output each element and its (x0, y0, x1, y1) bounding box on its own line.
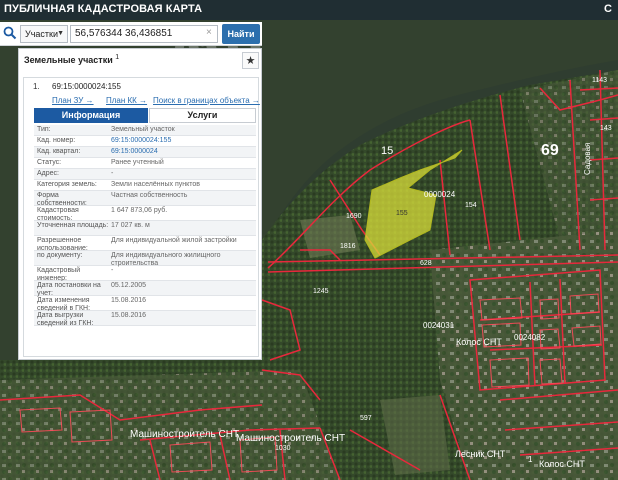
map-label-1816: 1816 (340, 243, 356, 250)
result-number: 1. (33, 82, 40, 91)
table-row: Дата выгрузки сведений из ГКН: 15.08.2016 (34, 311, 256, 327)
row-value: 15.08.2016 (111, 297, 147, 304)
row-value: - (111, 170, 114, 177)
map-label-155: 155 (396, 210, 408, 217)
row-key: по документу: (37, 252, 83, 259)
row-value: - (111, 267, 114, 274)
row-value[interactable]: 69:15:0000024:155 (111, 137, 254, 145)
map-label-kolos: Колос СНТ (456, 337, 502, 347)
map-label-street: Садовая (583, 143, 592, 175)
row-key: Категория земель: (37, 181, 97, 188)
row-value: Ранее учтенный (111, 159, 164, 166)
search-type-label: Участки (25, 29, 58, 39)
map-label-597: 597 (360, 415, 372, 422)
map-label-lesnik: Лесник СНТ (455, 449, 506, 459)
link-plan-kk[interactable]: План КК → (106, 96, 147, 105)
table-row: Тип: Земельный участок (34, 125, 256, 136)
link-plan-zu[interactable]: План ЗУ → (52, 96, 94, 105)
map-label-block-024: 0024031 (423, 321, 455, 330)
app-header: ПУБЛИЧНАЯ КАДАСТРОВАЯ КАРТА С (0, 0, 618, 20)
search-input[interactable]: 56,576344 36,436851 (70, 25, 218, 43)
tab-information[interactable]: Информация (34, 108, 148, 123)
search-bar: Участки ▼ 56,576344 36,436851 × Найти (0, 22, 262, 46)
map-label-1030: 1030 (275, 445, 291, 452)
map-label-mash1: Машиностроитель СНТ (130, 429, 239, 440)
row-key: Кад. номер: (37, 137, 76, 144)
result-card: 1. 69:15:0000024:155 План ЗУ → План КК →… (23, 77, 260, 357)
table-row: Дата постановки на учет: 05.12.2005 (34, 281, 256, 297)
result-count: 1 (115, 54, 120, 61)
table-row: Статус: Ранее учтенный (34, 158, 256, 169)
row-key: Дата выгрузки сведений из ГКН: (37, 312, 94, 327)
row-key: Статус: (37, 159, 62, 166)
table-row: Разрешенное использование: Для индивидуал… (34, 236, 256, 252)
map-label-1245: 1245 (313, 288, 329, 295)
map-label-block-024b: 0024082 (514, 333, 546, 342)
panel-title: Земельные участки 1 (24, 54, 120, 65)
table-row: Кад. номер: 69:15:0000024:155 (34, 136, 256, 147)
tab-services[interactable]: Услуги (149, 108, 256, 123)
tabs: Информация Услуги (34, 108, 256, 123)
clear-icon[interactable]: × (206, 27, 212, 38)
row-value: Земли населённых пунктов (111, 181, 201, 188)
result-links: План ЗУ → План КК → Поиск в границах объ… (24, 96, 260, 106)
attributes-table: Тип: Земельный участок Кад. номер: 69:15:00… (34, 125, 256, 327)
table-row: Уточненная площадь: 17 027 кв. м (34, 221, 256, 236)
row-key: Тип: (37, 126, 51, 133)
row-value: 1 647 873,06 руб. (111, 207, 168, 214)
search-icon[interactable] (3, 26, 17, 40)
map-label-154: 154 (465, 202, 477, 209)
row-key: Адрес: (37, 170, 59, 177)
table-row: по документу: Для индивидуального жилищно… (34, 251, 256, 267)
find-button[interactable]: Найти (222, 24, 260, 44)
table-row: Форма собственности: Частная собственност… (34, 191, 256, 207)
map-label-628: 628 (420, 260, 432, 267)
table-row: Категория земель: Земли населённых пункто… (34, 180, 256, 191)
link-search-in-bounds[interactable]: Поиск в границах объекта → (153, 96, 260, 105)
row-value[interactable]: 69:15:0000024 (111, 148, 254, 156)
row-value: Частная собственность (111, 192, 188, 199)
row-value: 05.12.2005 (111, 282, 147, 289)
row-value: Для индивидуальной жилой застройки (111, 237, 237, 244)
map-label-1: 1 (528, 455, 533, 464)
map-label-1143: 1143 (592, 77, 607, 84)
row-value: 17 027 кв. м (111, 222, 150, 229)
app-title: ПУБЛИЧНАЯ КАДАСТРОВАЯ КАРТА (4, 3, 203, 15)
header-corner-text: С (604, 3, 612, 15)
table-row: Дата изменения сведений в ГКН: 15.08.2016 (34, 296, 256, 312)
search-type-select[interactable]: Участки ▼ (20, 25, 68, 43)
info-panel: Земельные участки 1 ★ 1. 69:15:0000024:1… (18, 48, 262, 360)
table-row: Кадастровый инженер: - (34, 266, 256, 282)
map-label-kolos2: Колос СНТ (539, 459, 585, 469)
table-row: Кад. квартал: 69:15:0000024 (34, 147, 256, 158)
map-label-parcel: 0000024 (424, 190, 456, 199)
chevron-down-icon: ▼ (57, 30, 64, 37)
row-value: Земельный участок (111, 126, 175, 133)
table-row: Адрес: - (34, 169, 256, 180)
favorite-star-button[interactable]: ★ (242, 52, 259, 69)
row-value: 15.08.2016 (111, 312, 147, 319)
map-label-block-69: 69 (541, 142, 559, 159)
map-label-15: 15 (381, 145, 393, 157)
panel-header: Земельные участки 1 ★ (19, 49, 263, 71)
row-key: Уточненная площадь: (37, 222, 109, 229)
row-key: Кад. квартал: (37, 148, 81, 155)
map-label-1690: 1690 (346, 213, 362, 220)
result-cadastral-id[interactable]: 69:15:0000024:155 (52, 82, 121, 91)
map-label-mash2: Машиностроитель СНТ (236, 433, 345, 444)
map-label-143: 143 (600, 125, 612, 132)
table-row: Кадастровая стоимость: 1 647 873,06 руб. (34, 206, 256, 222)
